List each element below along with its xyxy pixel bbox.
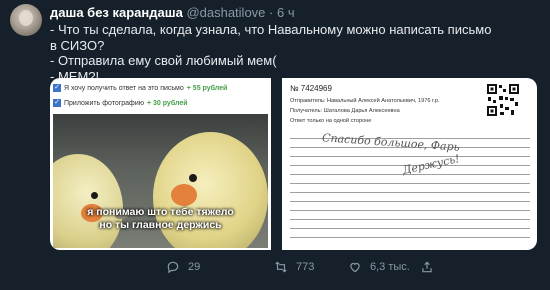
tweet-text: - Что ты сделала, когда узнала, что Нава…	[50, 22, 530, 84]
tweet-line: - Что ты сделала, когда узнала, что Нава…	[50, 22, 492, 37]
checkbox-checked-icon: ✓	[53, 84, 61, 92]
letter-note: Ответ только на одной стороне	[290, 118, 372, 124]
tweet-actions: 29 773 6,3 тыс.	[50, 260, 530, 278]
tweet[interactable]: даша без карандаша @dashatilove · 6 ч - …	[0, 0, 550, 290]
letter-sender: Отправитель: Навальный Алексей Анатольев…	[290, 98, 440, 104]
media-image-letter[interactable]: № 7424969 Отправитель: Навальный Алексей…	[282, 78, 537, 250]
retweet-count: 773	[296, 261, 315, 273]
tweet-line: в СИЗО?	[50, 37, 105, 53]
option-label: Приложить фотографию	[64, 99, 144, 107]
option-label: Я хочу получить ответ на это письмо	[64, 84, 184, 92]
author-name[interactable]: даша без карандаша	[50, 5, 183, 20]
avatar[interactable]	[10, 4, 42, 36]
reply-count: 29	[188, 261, 201, 273]
like-count: 6,3 тыс.	[370, 261, 410, 273]
tweet-header: даша без карандаша @dashatilove · 6 ч	[50, 5, 295, 20]
option-reply: ✓ Я хочу получить ответ на это письмо + …	[53, 84, 227, 92]
caption-line: я понимаю што тебе тяжело	[87, 206, 234, 218]
option-price: + 30 рублей	[146, 99, 188, 107]
option-photo: ✓ Приложить фотографию + 30 рублей	[53, 99, 188, 107]
share-icon	[422, 261, 432, 273]
bird-left	[53, 154, 123, 248]
letter-recipient: Получатель: Шаталова Дарья Алексеевна	[290, 108, 400, 114]
retweet-button[interactable]: 773	[274, 260, 314, 274]
retweet-icon	[275, 261, 287, 273]
media-grid: ✓ Я хочу получить ответ на это письмо + …	[50, 78, 537, 250]
heart-icon	[350, 262, 360, 273]
reply-icon	[167, 261, 179, 274]
tweet-line: - Отправила ему свой любимый мем(	[50, 53, 277, 68]
like-button[interactable]: 6,3 тыс.	[348, 260, 410, 274]
share-button[interactable]	[420, 260, 434, 274]
bird-eye	[189, 174, 197, 182]
option-price: + 55 рублей	[186, 84, 228, 92]
qr-code-icon	[486, 83, 520, 117]
media-image-meme[interactable]: ✓ Я хочу получить ответ на это письмо + …	[50, 78, 271, 250]
reply-button[interactable]: 29	[166, 260, 200, 274]
checkbox-checked-icon: ✓	[53, 99, 61, 107]
meme-photo: я понимаю што тебе тяжело но ты главное …	[53, 114, 268, 248]
meme-caption: я понимаю што тебе тяжело но ты главное …	[53, 206, 268, 232]
letter-number: № 7424969	[290, 84, 332, 93]
tweet-time[interactable]: 6 ч	[277, 5, 295, 20]
separator: ·	[269, 5, 274, 20]
bird-cheek	[171, 184, 197, 206]
bird-eye	[91, 192, 98, 199]
caption-line: но ты главное держись	[99, 219, 222, 231]
author-handle[interactable]: @dashatilove	[186, 5, 265, 20]
